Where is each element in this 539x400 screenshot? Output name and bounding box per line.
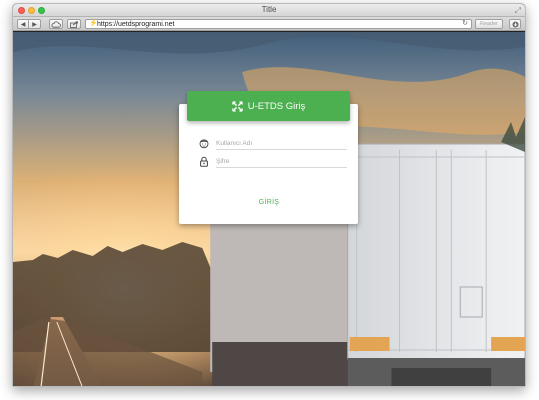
download-button[interactable]: [509, 19, 521, 29]
url-text: https://uetdsprogrami.net: [97, 21, 175, 28]
title-bar: Title ⤢: [13, 4, 525, 17]
browser-window: Title ⤢ ◀ ▶ ⚡ https://uetdsprogrami.net …: [12, 3, 526, 387]
forward-arrow-icon: ▶: [32, 21, 37, 28]
back-arrow-icon: ◀: [20, 21, 26, 28]
uetds-logo-icon: [232, 100, 243, 112]
cloud-icon: [51, 20, 61, 28]
window-title: Title: [261, 5, 277, 14]
lock-icon: [200, 156, 208, 167]
username-input[interactable]: [216, 137, 347, 150]
cloud-button[interactable]: [49, 19, 63, 29]
user-face-icon: [199, 139, 209, 149]
password-row: [199, 155, 349, 169]
back-button[interactable]: ◀: [17, 19, 29, 29]
download-icon: [512, 21, 518, 27]
reload-icon[interactable]: ↻: [462, 19, 468, 27]
forward-button[interactable]: ▶: [29, 19, 41, 29]
share-button[interactable]: [67, 19, 81, 29]
login-header: U-ETDS Giriş: [187, 91, 350, 121]
reader-button[interactable]: Reader: [475, 19, 503, 29]
login-submit-button[interactable]: GİRİŞ: [244, 195, 294, 209]
login-title: U-ETDS Giriş: [247, 100, 306, 112]
login-card: U-ETDS Giriş G: [179, 91, 358, 224]
address-bar[interactable]: ⚡ https://uetdsprogrami.net ↻: [85, 19, 472, 29]
share-icon: [69, 20, 78, 28]
password-input[interactable]: [216, 155, 347, 168]
username-row: [199, 137, 349, 151]
page-content: U-ETDS Giriş G: [13, 32, 525, 386]
fullscreen-icon[interactable]: ⤢: [515, 6, 521, 16]
browser-toolbar: ◀ ▶ ⚡ https://uetdsprogrami.net ↻ Reader: [13, 17, 525, 31]
